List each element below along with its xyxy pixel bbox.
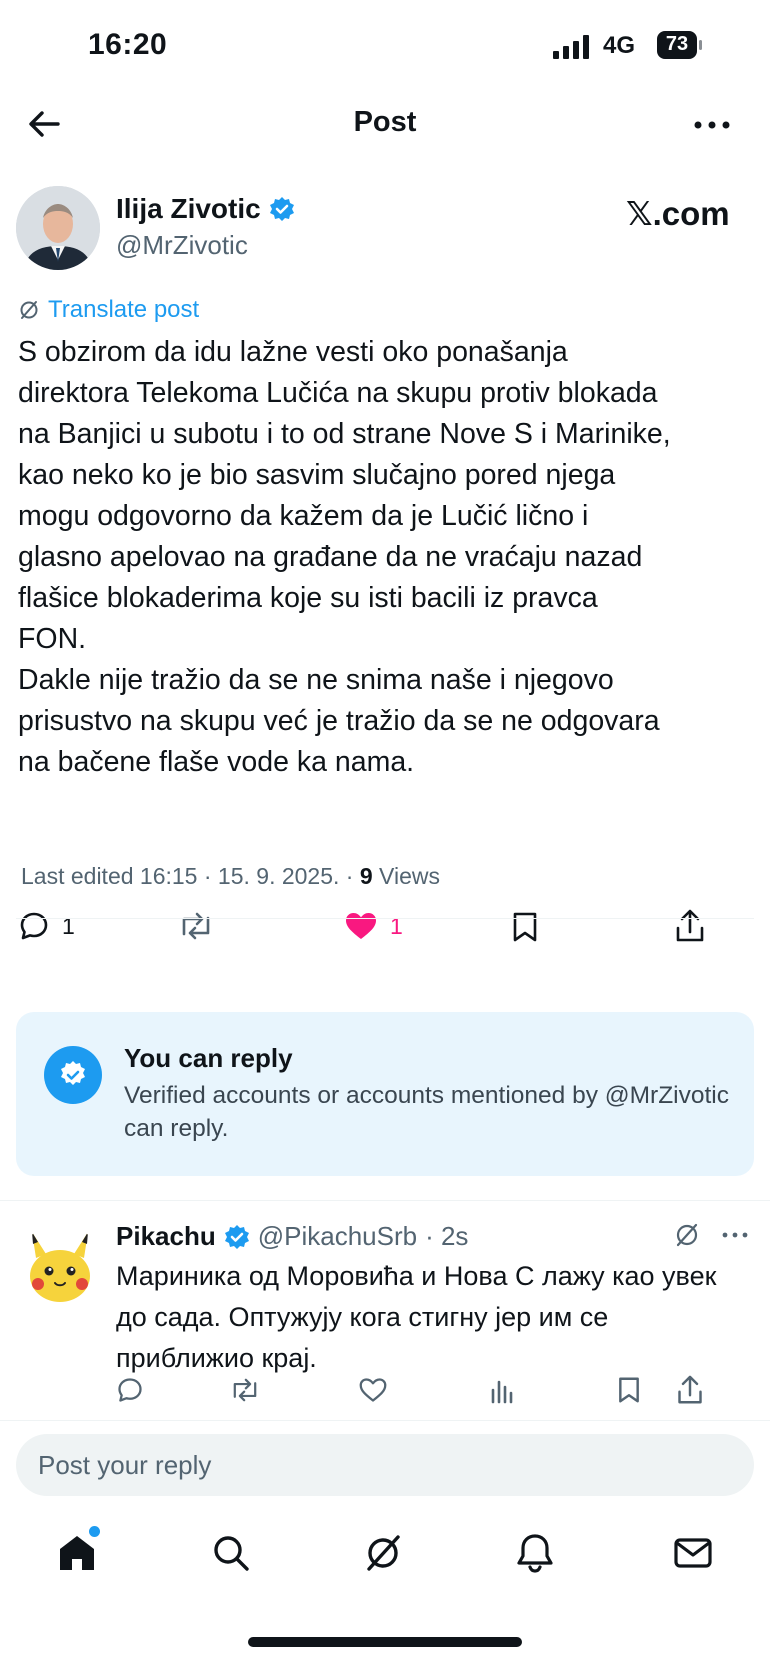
reply-icon[interactable] [116,1376,144,1404]
reply-restriction-title: You can reply [124,1043,293,1073]
reply-icon [20,912,48,940]
battery-level: 73 [665,33,689,55]
bookmark-button[interactable] [510,910,540,944]
translate-post-label[interactable]: Translate post [48,296,199,324]
reply-button[interactable]: 1 [18,910,75,942]
search-icon[interactable] [210,1532,252,1574]
post-text: S obzirom da idu lažne vesti oko ponašan… [18,336,671,778]
views-count[interactable]: 9 [360,863,373,889]
battery-icon: 73 [657,31,703,59]
post-meta: Last edited 16:15 · 15. 9. 2025. · 9 Vie… [21,863,440,890]
grok-icon[interactable] [362,1532,404,1574]
signal-icon [553,35,589,59]
translate-post-link[interactable]: Translate post [18,296,199,324]
home-icon[interactable] [56,1532,98,1574]
post-timestamp: Last edited 16:15 · 15. 9. 2025. · [21,863,360,889]
bookmark-icon[interactable] [616,1375,642,1405]
status-time: 16:20 [88,28,168,61]
bookmark-icon [513,912,537,942]
reply-header: Pikachu @PikachuSrb · 2s [116,1221,468,1252]
like-button[interactable]: 1 [344,910,403,942]
author-name[interactable]: Ilija Zivotic [116,193,261,225]
heart-icon[interactable] [358,1376,388,1404]
avatar[interactable] [16,186,100,270]
analytics-icon[interactable] [488,1376,516,1404]
author-name-row[interactable]: Ilija Zivotic [116,193,295,225]
verified-badge-icon [269,197,294,221]
mail-icon[interactable] [672,1532,714,1574]
network-type: 4G [603,32,636,59]
reply-actions [116,1372,756,1412]
reply-restriction-text: Verified accounts or accounts mentioned … [124,1082,729,1142]
bell-icon[interactable] [514,1532,556,1574]
grok-icon [20,301,38,319]
x-brand-logo: 𝕏.com [626,195,730,232]
author-handle[interactable]: @MrZivotic [116,230,248,261]
reply-author-handle[interactable]: @PikachuSrb [258,1221,417,1252]
home-indicator [248,1637,522,1647]
heart-filled-icon [346,913,376,939]
reply-compose-placeholder[interactable]: Post your reply [38,1450,211,1481]
reply-timestamp: · 2s [425,1221,469,1251]
ellipsis-icon[interactable] [690,110,734,140]
repost-button[interactable] [176,910,216,942]
grok-icon[interactable] [674,1222,700,1248]
reply-header-icons [674,1222,750,1248]
repost-icon[interactable] [228,1376,262,1404]
like-count: 1 [390,912,403,939]
share-icon[interactable] [676,1374,704,1406]
share-button[interactable] [674,908,706,944]
verified-check-icon [44,1046,102,1104]
views-label: Views [372,863,440,889]
ellipsis-icon[interactable] [720,1222,750,1248]
reply-count: 1 [62,912,75,939]
share-icon [676,909,704,942]
page-title: Post [353,106,417,138]
post-actions: 1 1 [0,900,770,960]
repost-icon [182,912,210,940]
divider [0,1200,770,1201]
reply-avatar[interactable] [18,1224,102,1308]
verified-badge-icon [224,1224,249,1249]
reply-text: Мариника од Моровића и Нова С лажу као у… [116,1261,717,1373]
divider [16,918,754,919]
notification-dot [89,1526,100,1537]
reply-author-name[interactable]: Pikachu [116,1221,216,1252]
divider [0,1420,770,1421]
